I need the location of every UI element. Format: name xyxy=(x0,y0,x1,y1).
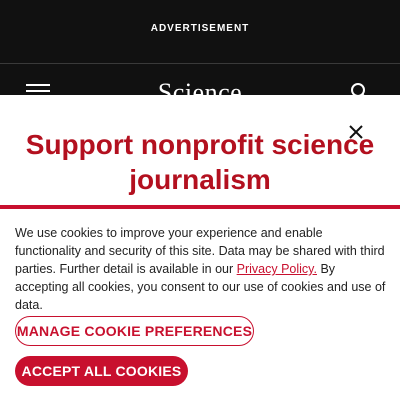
consent-text: We use cookies to improve your experienc… xyxy=(15,224,387,314)
promo-headline: Support nonprofit science journalism xyxy=(25,129,375,195)
site-header: Science xyxy=(0,64,400,96)
accept-all-cookies-button[interactable]: ACCEPT ALL COOKIES xyxy=(15,356,188,386)
search-icon[interactable] xyxy=(350,82,368,96)
manage-cookie-preferences-button[interactable]: MANAGE COOKIE PREFERENCES xyxy=(15,316,254,346)
privacy-policy-link[interactable]: Privacy Policy. xyxy=(237,262,317,276)
advertisement-label: ADVERTISEMENT xyxy=(150,23,250,34)
divider xyxy=(0,205,400,209)
close-icon[interactable] xyxy=(345,121,367,143)
advertisement-bar: ADVERTISEMENT xyxy=(0,0,400,64)
site-logo[interactable]: Science xyxy=(0,78,400,96)
cookie-consent-modal: Support nonprofit science journalism We … xyxy=(0,95,400,400)
promo-banner: Support nonprofit science journalism xyxy=(0,95,400,205)
